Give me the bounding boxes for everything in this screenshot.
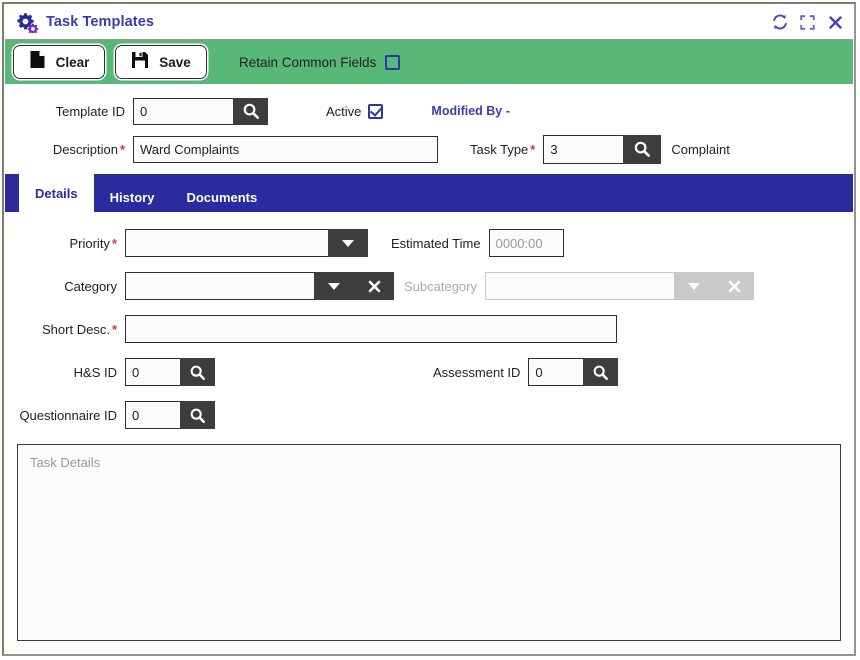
subcategory-input <box>485 272 674 300</box>
task-type-field-group <box>543 134 662 164</box>
hs-id-search-icon[interactable] <box>180 358 215 386</box>
task-type-label: Task Type * <box>470 141 536 157</box>
active-checkbox[interactable] <box>368 103 384 119</box>
page-icon <box>29 50 46 74</box>
short-desc-label: Short Desc. * <box>42 321 117 337</box>
task-type-name: Complaint <box>671 141 730 157</box>
description-row: Description* Task Type* Complaint <box>5 132 853 166</box>
hs-id-field-group <box>125 358 215 386</box>
chevron-down-icon[interactable] <box>328 229 368 257</box>
chevron-down-icon <box>674 272 714 300</box>
short-desc-row: Short Desc. * <box>5 312 853 346</box>
template-id-input[interactable] <box>133 97 233 125</box>
save-button-label: Save <box>159 54 191 70</box>
titlebar: Task Templates <box>5 5 853 39</box>
window-inner-frame: Task Templates Clear Save Retain Common … <box>4 4 854 654</box>
hs-id-label: H&S ID <box>73 364 117 380</box>
chevron-down-icon[interactable] <box>314 272 354 300</box>
assessment-id-search-icon[interactable] <box>583 358 619 386</box>
header-form: Template ID Active Modified By - Descrip… <box>5 84 853 174</box>
floppy-disk-icon <box>131 51 149 74</box>
questionnaire-id-row: Questionnaire ID <box>5 398 853 432</box>
estimated-time-input[interactable] <box>488 229 564 257</box>
priority-input[interactable] <box>125 229 328 257</box>
priority-row: Priority * Estimated Time <box>5 226 853 260</box>
modified-by-text: Modified By - <box>431 104 510 118</box>
tab-documents[interactable]: Documents <box>170 182 273 212</box>
template-id-field-group <box>133 97 268 125</box>
priority-label: Priority * <box>69 235 117 251</box>
tab-strip: Details History Documents <box>5 174 853 212</box>
priority-dropdown[interactable] <box>125 229 368 257</box>
details-panel: Priority* Estimated Time Category <box>5 212 853 653</box>
category-label: Category <box>64 278 117 294</box>
tab-details[interactable]: Details <box>19 174 94 212</box>
template-id-row: Template ID Active Modified By - <box>5 94 853 128</box>
assessment-id-input[interactable] <box>528 358 584 386</box>
clear-subcategory-icon <box>714 272 754 300</box>
clear-button-label: Clear <box>55 54 90 70</box>
assessment-id-field-group <box>528 358 619 386</box>
window-title: Task Templates <box>46 14 155 30</box>
task-details-textarea[interactable] <box>17 444 841 641</box>
assessment-id-label: Assessment ID <box>433 364 521 380</box>
template-id-label: Template ID <box>55 103 125 119</box>
save-button[interactable]: Save <box>115 45 207 79</box>
tab-history[interactable]: History <box>94 182 171 212</box>
short-desc-input[interactable] <box>125 315 617 343</box>
questionnaire-id-label: Questionnaire ID <box>19 407 117 423</box>
retain-common-fields-label: Retain Common Fields <box>239 54 377 70</box>
gears-icon <box>15 11 39 33</box>
titlebar-actions <box>770 13 845 32</box>
task-type-search-icon[interactable] <box>623 134 662 164</box>
task-type-input[interactable] <box>543 134 624 164</box>
template-id-search-icon[interactable] <box>233 97 268 125</box>
estimated-time-label: Estimated Time <box>391 235 481 251</box>
subcategory-dropdown <box>485 272 754 300</box>
clear-button[interactable]: Clear <box>13 45 105 79</box>
subcategory-label: Subcategory <box>404 278 477 294</box>
retain-common-fields-checkbox[interactable] <box>385 54 401 70</box>
refresh-icon[interactable] <box>770 13 789 32</box>
description-label: Description * <box>52 141 125 157</box>
category-input[interactable] <box>125 272 314 300</box>
close-icon[interactable] <box>826 13 845 32</box>
task-templates-window: Task Templates Clear Save Retain Common … <box>2 2 856 656</box>
maximize-icon[interactable] <box>798 13 817 32</box>
toolbar: Clear Save Retain Common Fields <box>5 39 853 84</box>
category-row: Category Subcategory <box>5 269 853 303</box>
retain-common-fields-group: Retain Common Fields <box>239 54 401 70</box>
hs-id-input[interactable] <box>125 358 180 386</box>
questionnaire-id-field-group <box>125 401 215 429</box>
questionnaire-id-search-icon[interactable] <box>180 401 215 429</box>
questionnaire-id-input[interactable] <box>125 401 180 429</box>
category-dropdown[interactable] <box>125 272 394 300</box>
description-input[interactable] <box>133 135 438 163</box>
active-label: Active <box>326 103 362 119</box>
hs-id-row: H&S ID Assessment ID <box>5 355 853 389</box>
